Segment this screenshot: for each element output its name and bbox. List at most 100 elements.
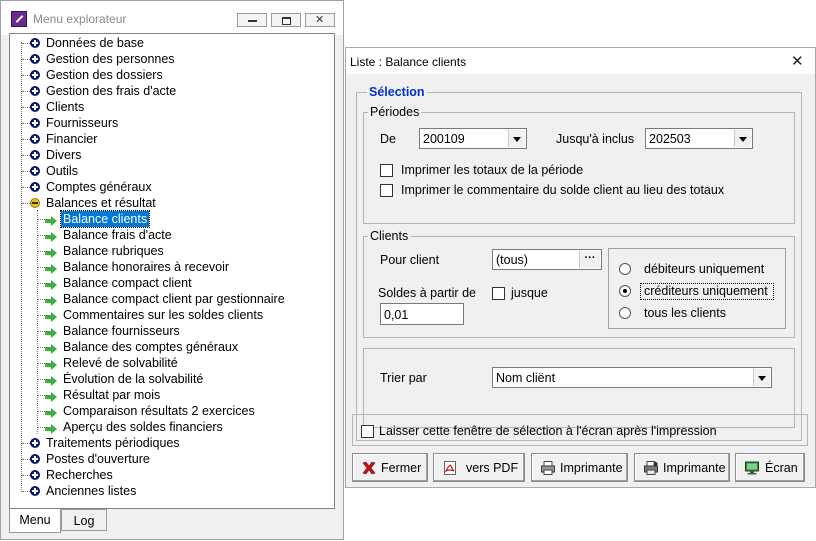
tree-connector [37, 347, 45, 348]
screen-button-label: Écran [765, 461, 798, 475]
selection-label: Sélection [367, 85, 427, 99]
to-label: Jusqu'à inclus [556, 132, 635, 146]
screen-button[interactable]: Écran [735, 453, 805, 482]
chevron-down-icon[interactable] [753, 369, 770, 386]
printer-button-2[interactable]: Imprimante [634, 453, 730, 482]
tree-connector [37, 235, 45, 236]
tree-node-label: Gestion des frais d'acte [46, 84, 177, 98]
minimize-button[interactable] [237, 13, 267, 27]
keep-window-checkbox[interactable] [361, 425, 374, 438]
chevron-down-icon[interactable] [734, 130, 751, 147]
print-comment-checkbox[interactable] [380, 184, 393, 197]
expand-icon[interactable] [30, 454, 40, 464]
selection-group: Sélection Périodes De 200109 Jusqu'à inc… [356, 85, 802, 441]
collapse-icon[interactable] [30, 198, 40, 208]
radio-all-label: tous les clients [644, 306, 726, 320]
tree-leaf-label: Balance des comptes généraux [63, 340, 239, 354]
app-icon [11, 11, 27, 27]
tree-connector [22, 443, 30, 444]
close-button[interactable]: Fermer [352, 453, 428, 482]
green-arrow-icon [45, 294, 57, 306]
tree-connector [22, 123, 30, 124]
expand-icon[interactable] [30, 486, 40, 496]
tree-connector [37, 427, 45, 428]
print-totals-label: Imprimer les totaux de la période [401, 163, 584, 177]
green-arrow-icon [45, 390, 57, 402]
tree-leaf-label: Balance compact client par gestionnaire [63, 292, 285, 306]
tree-leaf-label: Balance compact client [63, 276, 192, 290]
green-arrow-icon [45, 326, 57, 338]
dialog-title: Liste : Balance clients [350, 55, 467, 69]
maximize-button[interactable] [271, 13, 301, 27]
pdf-icon [444, 461, 456, 475]
expand-icon[interactable] [30, 150, 40, 160]
tree-connector [22, 187, 30, 188]
pdf-button[interactable]: vers PDF [433, 453, 525, 482]
radio-all[interactable] [619, 307, 631, 319]
expand-icon[interactable] [30, 54, 40, 64]
close-icon[interactable]: ✕ [791, 52, 804, 70]
expand-icon[interactable] [30, 118, 40, 128]
tree-node-label: Gestion des personnes [46, 52, 175, 66]
sort-label: Trier par [380, 371, 427, 385]
expand-icon[interactable] [30, 38, 40, 48]
radio-creditors[interactable] [619, 285, 631, 297]
until-label: jusque [511, 286, 548, 300]
tab-menu[interactable]: Menu [9, 509, 61, 533]
expand-icon[interactable] [30, 134, 40, 144]
tab-log[interactable]: Log [61, 509, 107, 531]
balances-from-input[interactable]: 0,01 [380, 303, 464, 325]
tree-node-label: Traitements périodiques [46, 436, 180, 450]
tree-connector [22, 43, 30, 44]
expand-icon[interactable] [30, 86, 40, 96]
from-period-select[interactable]: 200109 [419, 128, 527, 149]
dialog-titlebar[interactable]: Liste : Balance clients ✕ [346, 48, 815, 74]
tree-node-label: Divers [46, 148, 82, 162]
tree-connector [22, 203, 30, 204]
tree-connector [37, 315, 45, 316]
green-arrow-icon [45, 310, 57, 322]
tree-connector [21, 42, 22, 492]
radio-debtors-label: débiteurs uniquement [644, 262, 765, 276]
sort-value: Nom cliënt [496, 371, 556, 385]
tree-connector [22, 171, 30, 172]
tree-leaf-label: Évolution de la solvabilité [63, 372, 204, 386]
to-period-select[interactable]: 202503 [645, 128, 753, 149]
expand-icon[interactable] [30, 102, 40, 112]
per-client-label: Pour client [380, 253, 440, 267]
tree-node-label: Fournisseurs [46, 116, 119, 130]
green-arrow-icon [45, 214, 57, 226]
radio-debtors[interactable] [619, 263, 631, 275]
ellipsis-icon[interactable]: ··· [579, 251, 600, 268]
expand-icon[interactable] [30, 70, 40, 80]
from-label: De [380, 132, 396, 146]
expand-icon[interactable] [30, 166, 40, 176]
tree-connector [22, 475, 30, 476]
balances-from-value: 0,01 [384, 308, 409, 322]
printer-icon [541, 461, 555, 475]
tree-connector [22, 75, 30, 76]
tree-connector [22, 155, 30, 156]
green-arrow-icon [45, 278, 57, 290]
tree-leaf-label: Balance rubriques [63, 244, 164, 258]
sort-select[interactable]: Nom cliënt [492, 367, 772, 388]
per-client-select[interactable]: (tous) ··· [492, 249, 602, 270]
until-checkbox[interactable] [492, 287, 505, 300]
chevron-down-icon[interactable] [508, 130, 525, 147]
menu-tree[interactable]: Données de base Gestion des personnes Gest… [9, 33, 335, 509]
green-arrow-icon [45, 342, 57, 354]
tree-leaf-label: Balance honoraires à recevoir [63, 260, 230, 274]
close-window-button[interactable] [305, 13, 335, 27]
explorer-titlebar[interactable]: Menu explorateur [1, 1, 343, 35]
keep-window-group: Laisser cette fenêtre de sélection à l'é… [352, 414, 808, 446]
tree-connector [37, 251, 45, 252]
printer-button-1[interactable]: Imprimante [531, 453, 628, 482]
expand-icon[interactable] [30, 182, 40, 192]
expand-icon[interactable] [30, 470, 40, 480]
print-totals-checkbox[interactable] [380, 164, 393, 177]
green-arrow-icon [45, 374, 57, 386]
tree-node-label: Outils [46, 164, 78, 178]
tree-node-label: Gestion des dossiers [46, 68, 163, 82]
clients-group: Clients Pour client (tous) ··· Soldes à … [363, 229, 795, 338]
expand-icon[interactable] [30, 438, 40, 448]
